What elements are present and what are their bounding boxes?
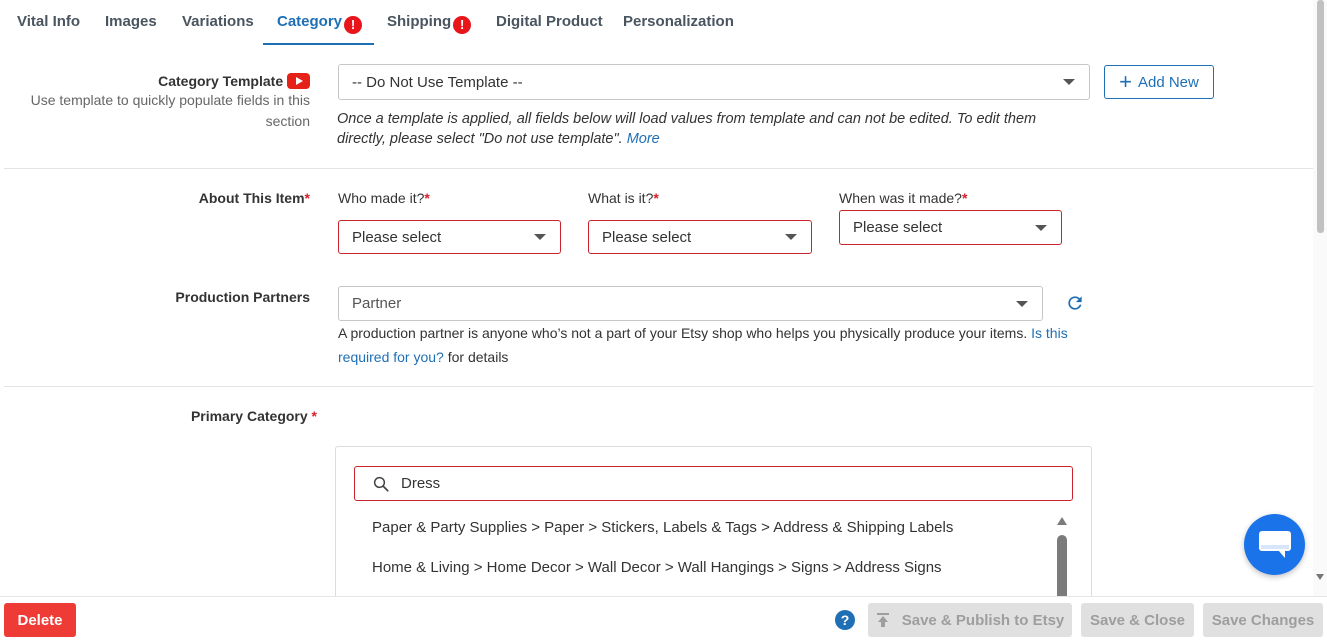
category-result-item[interactable]: Paper & Party Supplies > Paper > Sticker… [372,519,953,536]
tab-vital-info[interactable]: Vital Info [17,13,80,30]
tab-label: Shipping [387,13,452,30]
chevron-down-icon [1035,224,1047,231]
scrollbar-thumb[interactable] [1317,0,1324,233]
scroll-up-arrow-icon[interactable] [1056,516,1068,526]
scroll-down-arrow-icon[interactable] [1315,573,1325,581]
upload-icon [876,613,889,627]
save-close-button[interactable]: Save & Close [1081,603,1194,637]
tab-bar: Vital Info Images Variations Category! S… [0,0,1313,46]
template-note: Once a template is applied, all fields b… [337,111,1037,147]
refresh-icon[interactable] [1065,293,1085,313]
who-made-select[interactable]: Please select [338,220,561,254]
tab-variations[interactable]: Variations [182,13,254,30]
help-icon[interactable]: ? [835,610,855,630]
who-made-label: Who made it?* [338,190,430,206]
tab-category[interactable]: Category! [277,13,363,34]
plus-icon: + [1119,69,1132,94]
tab-label: Variations [182,13,254,30]
tab-label: Digital Product [496,13,603,30]
production-partner-select[interactable]: Partner [338,286,1043,321]
save-changes-button[interactable]: Save Changes [1203,603,1323,637]
when-made-select[interactable]: Please select [839,210,1062,245]
what-is-it-label: What is it?* [588,190,659,206]
alert-icon: ! [453,16,472,34]
when-made-label: When was it made?* [839,190,968,206]
category-list-scrollbar[interactable] [1056,515,1068,605]
chat-bubble-icon [1259,531,1291,558]
category-template-hint: Use template to quickly populate fields … [30,92,310,129]
production-partner-help: A production partner is anyone who’s not… [338,325,1068,365]
chevron-down-icon [1063,79,1075,85]
youtube-icon[interactable] [287,73,310,89]
scrollbar-thumb[interactable] [1057,535,1067,605]
tab-digital-product[interactable]: Digital Product [496,13,603,30]
add-new-template-button[interactable]: + Add New [1104,65,1214,99]
active-tab-indicator [263,43,374,45]
more-link[interactable]: More [627,131,660,147]
about-item-label: About This Item* [198,190,310,206]
section-divider [4,386,1313,387]
tab-label: Vital Info [17,13,81,30]
page-scrollbar[interactable] [1313,0,1327,596]
search-icon [373,476,389,492]
category-template-select[interactable]: -- Do Not Use Template -- [338,64,1090,100]
tab-images[interactable]: Images [105,13,157,30]
chevron-down-icon [1016,300,1028,307]
tab-label: Personalization [623,13,734,30]
category-search-input[interactable]: Dress [354,466,1073,501]
primary-category-label: Primary Category * [190,408,317,424]
delete-button[interactable]: Delete [4,603,76,637]
chevron-down-icon [534,234,546,240]
what-is-it-select[interactable]: Please select [588,220,812,254]
production-partners-label: Production Partners [175,289,310,305]
tab-label: Images [105,13,157,30]
tab-label: Category [277,13,343,30]
section-divider [4,168,1313,169]
tab-personalization[interactable]: Personalization [623,13,734,30]
tab-shipping[interactable]: Shipping! [387,13,472,34]
alert-icon: ! [344,16,363,34]
save-publish-button[interactable]: Save & Publish to Etsy [868,603,1072,637]
category-result-item[interactable]: Home & Living > Home Decor > Wall Decor … [372,559,942,576]
chat-widget-button[interactable] [1244,514,1305,575]
chevron-down-icon [785,234,797,240]
category-template-label: Category Template [158,73,310,89]
